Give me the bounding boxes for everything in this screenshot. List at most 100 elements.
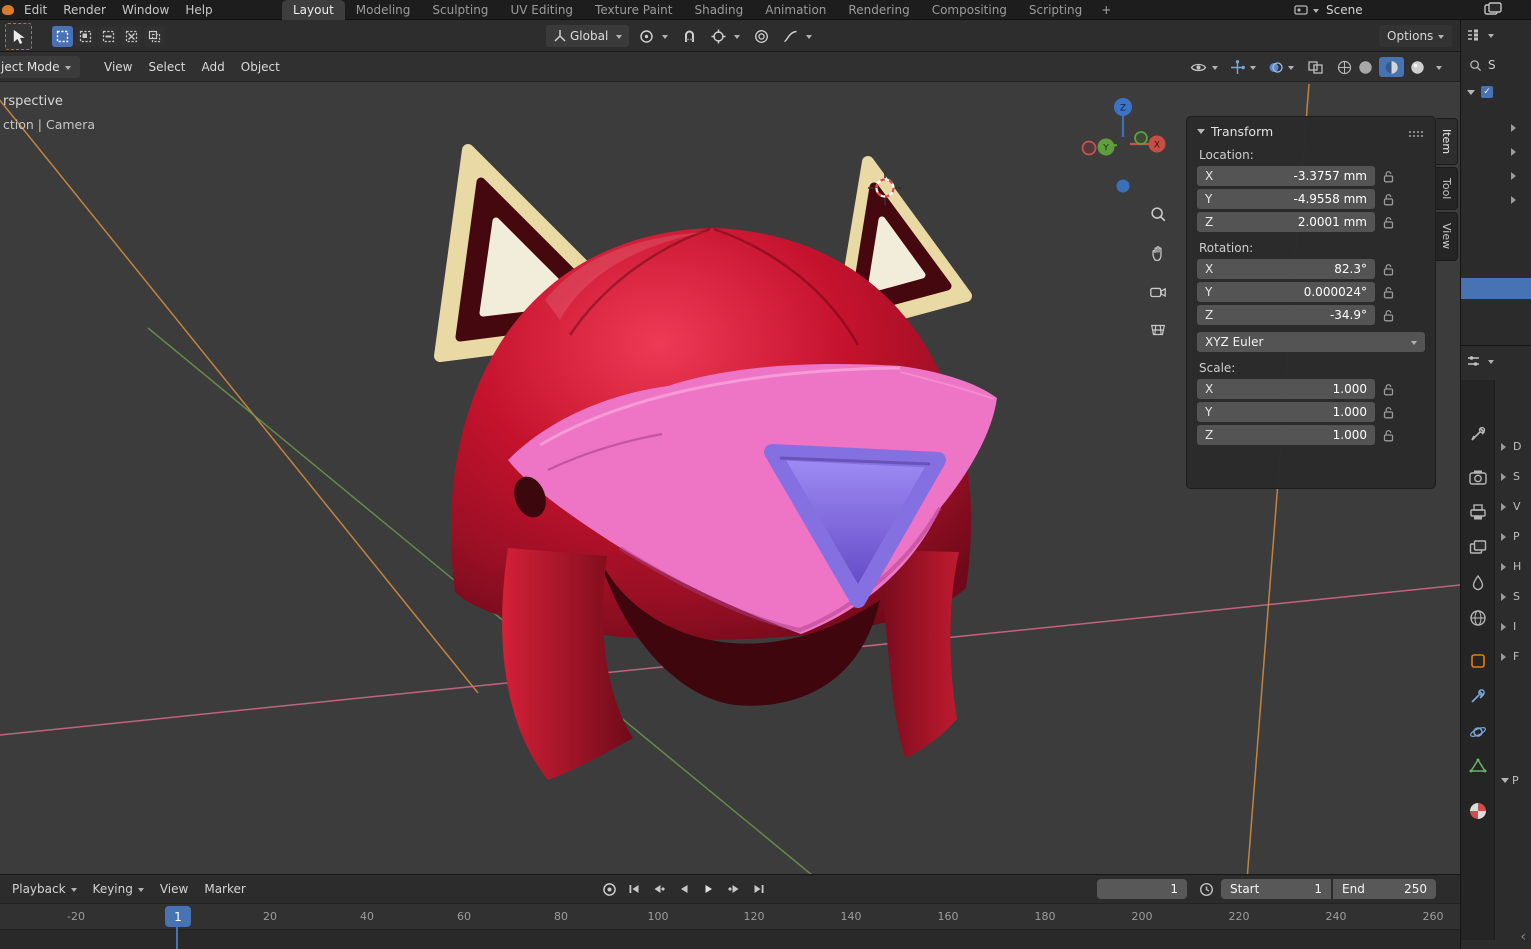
panel-grip-icon[interactable] [1409, 131, 1411, 133]
timeline-view-menu[interactable]: View [152, 882, 196, 896]
collapsed-panel[interactable]: V [1501, 500, 1521, 513]
camera-view-button[interactable] [1145, 279, 1171, 305]
scene-selector[interactable]: Scene [1294, 0, 1363, 20]
current-frame-field[interactable]: 1 [1097, 879, 1187, 899]
outliner-item-expand[interactable] [1511, 124, 1520, 132]
lock-icon[interactable] [1383, 193, 1394, 206]
object-data-properties-icon[interactable] [1468, 756, 1488, 776]
jump-to-start-button[interactable] [623, 879, 645, 899]
tab-sculpting[interactable]: Sculpting [421, 0, 499, 20]
shading-material-active[interactable] [1379, 57, 1404, 77]
scroll-back-icon[interactable]: ‹ [1520, 929, 1526, 945]
rotation-y-field[interactable]: Y0.000024° [1197, 282, 1375, 302]
location-z-field[interactable]: Z2.0001 mm [1197, 212, 1375, 232]
world-properties-icon[interactable] [1468, 608, 1488, 628]
tab-compositing[interactable]: Compositing [921, 0, 1018, 20]
collapsed-panel[interactable]: S [1501, 470, 1520, 483]
proportional-falloff-dropdown[interactable] [779, 25, 816, 47]
transform-panel-header[interactable]: Transform [1197, 124, 1425, 139]
playback-menu[interactable]: Playback [4, 882, 85, 896]
menu-object[interactable]: Object [233, 60, 288, 74]
rotation-z-field[interactable]: Z-34.9° [1197, 305, 1375, 325]
mode-dropdown[interactable]: ject Mode [0, 56, 80, 78]
menu-help[interactable]: Help [177, 0, 220, 20]
collapsed-panel[interactable]: H [1501, 560, 1521, 573]
pan-button[interactable] [1145, 240, 1171, 266]
lock-icon[interactable] [1383, 216, 1394, 229]
view-layer-icon[interactable] [1484, 2, 1518, 20]
perspective-toggle-button[interactable] [1145, 317, 1171, 343]
tab-modeling[interactable]: Modeling [345, 0, 422, 20]
gizmo-x-neg-ball[interactable] [1083, 142, 1096, 155]
lock-icon[interactable] [1383, 383, 1394, 396]
gizmo-y-neg-ball[interactable] [1135, 132, 1147, 144]
scale-z-field[interactable]: Z1.000 [1197, 425, 1375, 445]
collapsed-panel[interactable]: D [1501, 440, 1521, 453]
properties-editor-dropdown[interactable] [1466, 354, 1494, 368]
menu-select[interactable]: Select [140, 60, 193, 74]
menu-view[interactable]: View [96, 60, 140, 74]
lock-icon[interactable] [1383, 263, 1394, 276]
select-mode-invert-icon[interactable] [121, 26, 142, 47]
object-visibility-dropdown[interactable] [1190, 61, 1218, 74]
jump-to-end-button[interactable] [748, 879, 770, 899]
scale-x-field[interactable]: X1.000 [1197, 379, 1375, 399]
timeline-track[interactable] [0, 929, 1460, 949]
play-reverse-button[interactable] [673, 879, 695, 899]
select-mode-extend-icon[interactable] [75, 26, 96, 47]
outliner-item-expand[interactable] [1511, 148, 1520, 156]
lock-icon[interactable] [1383, 170, 1394, 183]
clock-icon[interactable] [1199, 882, 1214, 900]
menu-add[interactable]: Add [194, 60, 233, 74]
proportional-edit-toggle[interactable] [750, 25, 773, 47]
helmet-model[interactable] [440, 150, 997, 780]
active-tool-select-box[interactable] [5, 23, 32, 50]
timeline-ruler[interactable]: -20 20 40 60 80 100 120 140 160 180 200 … [0, 903, 1460, 929]
outliner-item-expand[interactable] [1511, 172, 1520, 180]
zoom-button[interactable] [1145, 201, 1171, 227]
tab-shading[interactable]: Shading [683, 0, 754, 20]
auto-keying-button[interactable] [598, 879, 620, 899]
outliner-editor-dropdown[interactable] [1466, 28, 1494, 42]
viewport-canvas[interactable]: Z X Y rspective ction | Camera [0, 82, 1460, 874]
lock-icon[interactable] [1383, 309, 1394, 322]
select-mode-new-icon[interactable] [52, 26, 73, 47]
rotation-mode-dropdown[interactable]: XYZ Euler [1197, 332, 1425, 352]
location-y-field[interactable]: Y-4.9558 mm [1197, 189, 1375, 209]
options-button[interactable]: Options [1379, 25, 1452, 47]
collapsed-panel[interactable]: I [1501, 620, 1516, 633]
show-gizmo-dropdown[interactable] [1230, 60, 1256, 75]
tab-animation[interactable]: Animation [754, 0, 837, 20]
rotation-x-field[interactable]: X82.3° [1197, 259, 1375, 279]
tab-layout[interactable]: Layout [282, 0, 345, 20]
tab-uv-editing[interactable]: UV Editing [499, 0, 584, 20]
tab-view[interactable]: View [1436, 212, 1458, 260]
view-layer-properties-icon[interactable] [1468, 538, 1488, 558]
material-properties-icon[interactable] [1468, 801, 1488, 821]
frame-end-field[interactable]: End250 [1333, 879, 1436, 899]
prev-keyframe-button[interactable] [648, 879, 670, 899]
expanded-panel[interactable]: P [1501, 774, 1519, 787]
tab-scripting[interactable]: Scripting [1018, 0, 1093, 20]
gizmo-z-neg-ball[interactable] [1117, 180, 1130, 193]
outliner-search[interactable]: S [1469, 58, 1496, 72]
menu-render[interactable]: Render [55, 0, 114, 20]
collection-checkbox[interactable]: ✓ [1481, 86, 1493, 98]
xray-toggle[interactable] [1308, 61, 1323, 74]
outliner-selected-row[interactable] [1461, 278, 1531, 299]
playhead-badge[interactable]: 1 [165, 906, 191, 927]
menu-window[interactable]: Window [114, 0, 177, 20]
output-properties-icon[interactable] [1468, 502, 1488, 522]
snap-toggle[interactable] [678, 25, 701, 47]
location-x-field[interactable]: X-3.3757 mm [1197, 166, 1375, 186]
select-mode-intersect-icon[interactable] [144, 26, 165, 47]
tab-tool[interactable]: Tool [1436, 167, 1458, 210]
add-workspace-button[interactable]: + [1093, 0, 1119, 20]
playhead-line[interactable] [176, 926, 178, 949]
view-gizmo[interactable]: Z X Y [1083, 98, 1166, 193]
lock-icon[interactable] [1383, 406, 1394, 419]
modifier-properties-icon[interactable] [1468, 686, 1488, 706]
tab-texture-paint[interactable]: Texture Paint [584, 0, 683, 20]
render-properties-icon[interactable] [1468, 468, 1488, 488]
frame-start-field[interactable]: Start1 [1221, 879, 1331, 899]
